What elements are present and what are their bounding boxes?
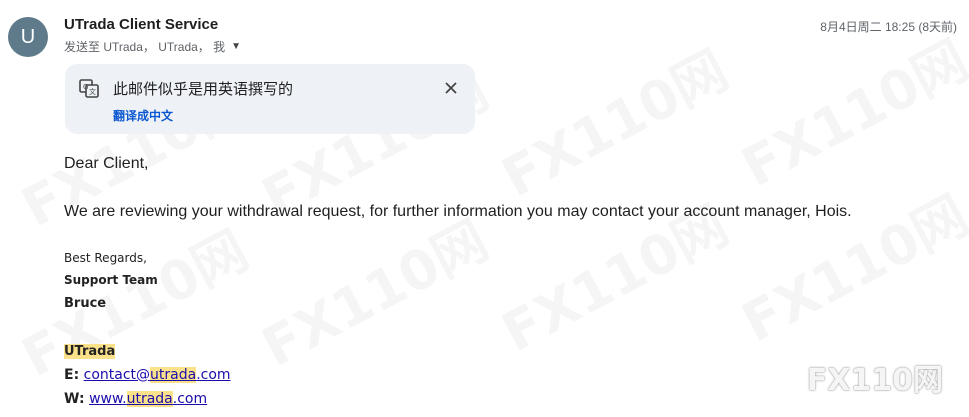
- signature-name: Bruce: [64, 296, 107, 311]
- recipients-text: 发送至 UTrada， UTrada， 我: [64, 40, 226, 54]
- email-link[interactable]: contact@utrada.com: [84, 367, 231, 383]
- translate-icon: G 文: [79, 78, 99, 98]
- recipients-line: 发送至 UTrada， UTrada， 我 ▼: [64, 38, 241, 55]
- email-label: E:: [64, 367, 80, 383]
- svg-text:文: 文: [89, 87, 96, 96]
- watermark: FX110网: [731, 183, 969, 355]
- email-message: We are reviewing your withdrawal request…: [64, 203, 852, 220]
- avatar[interactable]: U: [8, 17, 48, 57]
- close-icon[interactable]: [441, 78, 461, 98]
- chevron-down-icon[interactable]: ▼: [231, 41, 241, 52]
- watermark: FX110网: [251, 208, 499, 380]
- web-prefix: www.: [89, 391, 127, 407]
- email-suffix: .com: [196, 367, 231, 383]
- signature-website: W: www.utrada.com: [64, 391, 207, 407]
- watermark-logo: FX110网: [806, 363, 943, 398]
- translate-banner: G 文 此邮件似乎是用英语撰写的 翻译成中文: [65, 64, 475, 134]
- web-suffix: .com: [172, 391, 208, 407]
- signature-regards: Best Regards,: [64, 251, 147, 265]
- web-highlight: utrada: [126, 391, 173, 407]
- email-greeting: Dear Client,: [64, 155, 149, 172]
- email-date: 8月4日周二 18:25 (8天前): [820, 20, 957, 34]
- email-highlight: utrada: [150, 367, 197, 383]
- watermark: FX110网: [731, 28, 969, 200]
- svg-text:G: G: [83, 83, 88, 91]
- watermark: FX110网: [491, 38, 739, 210]
- web-label: W:: [64, 391, 85, 407]
- translate-to-chinese-link[interactable]: 翻译成中文: [113, 107, 173, 124]
- signature-team: Support Team: [64, 273, 158, 287]
- watermark: FX110网: [11, 218, 259, 390]
- email-prefix: contact@: [83, 367, 151, 383]
- sender-name: UTrada Client Service: [64, 16, 219, 33]
- website-link[interactable]: www.utrada.com: [89, 391, 207, 407]
- translate-title: 此邮件似乎是用英语撰写的: [113, 81, 294, 98]
- signature-email: E: contact@utrada.com: [64, 367, 231, 383]
- signature-company: UTrada: [64, 344, 116, 359]
